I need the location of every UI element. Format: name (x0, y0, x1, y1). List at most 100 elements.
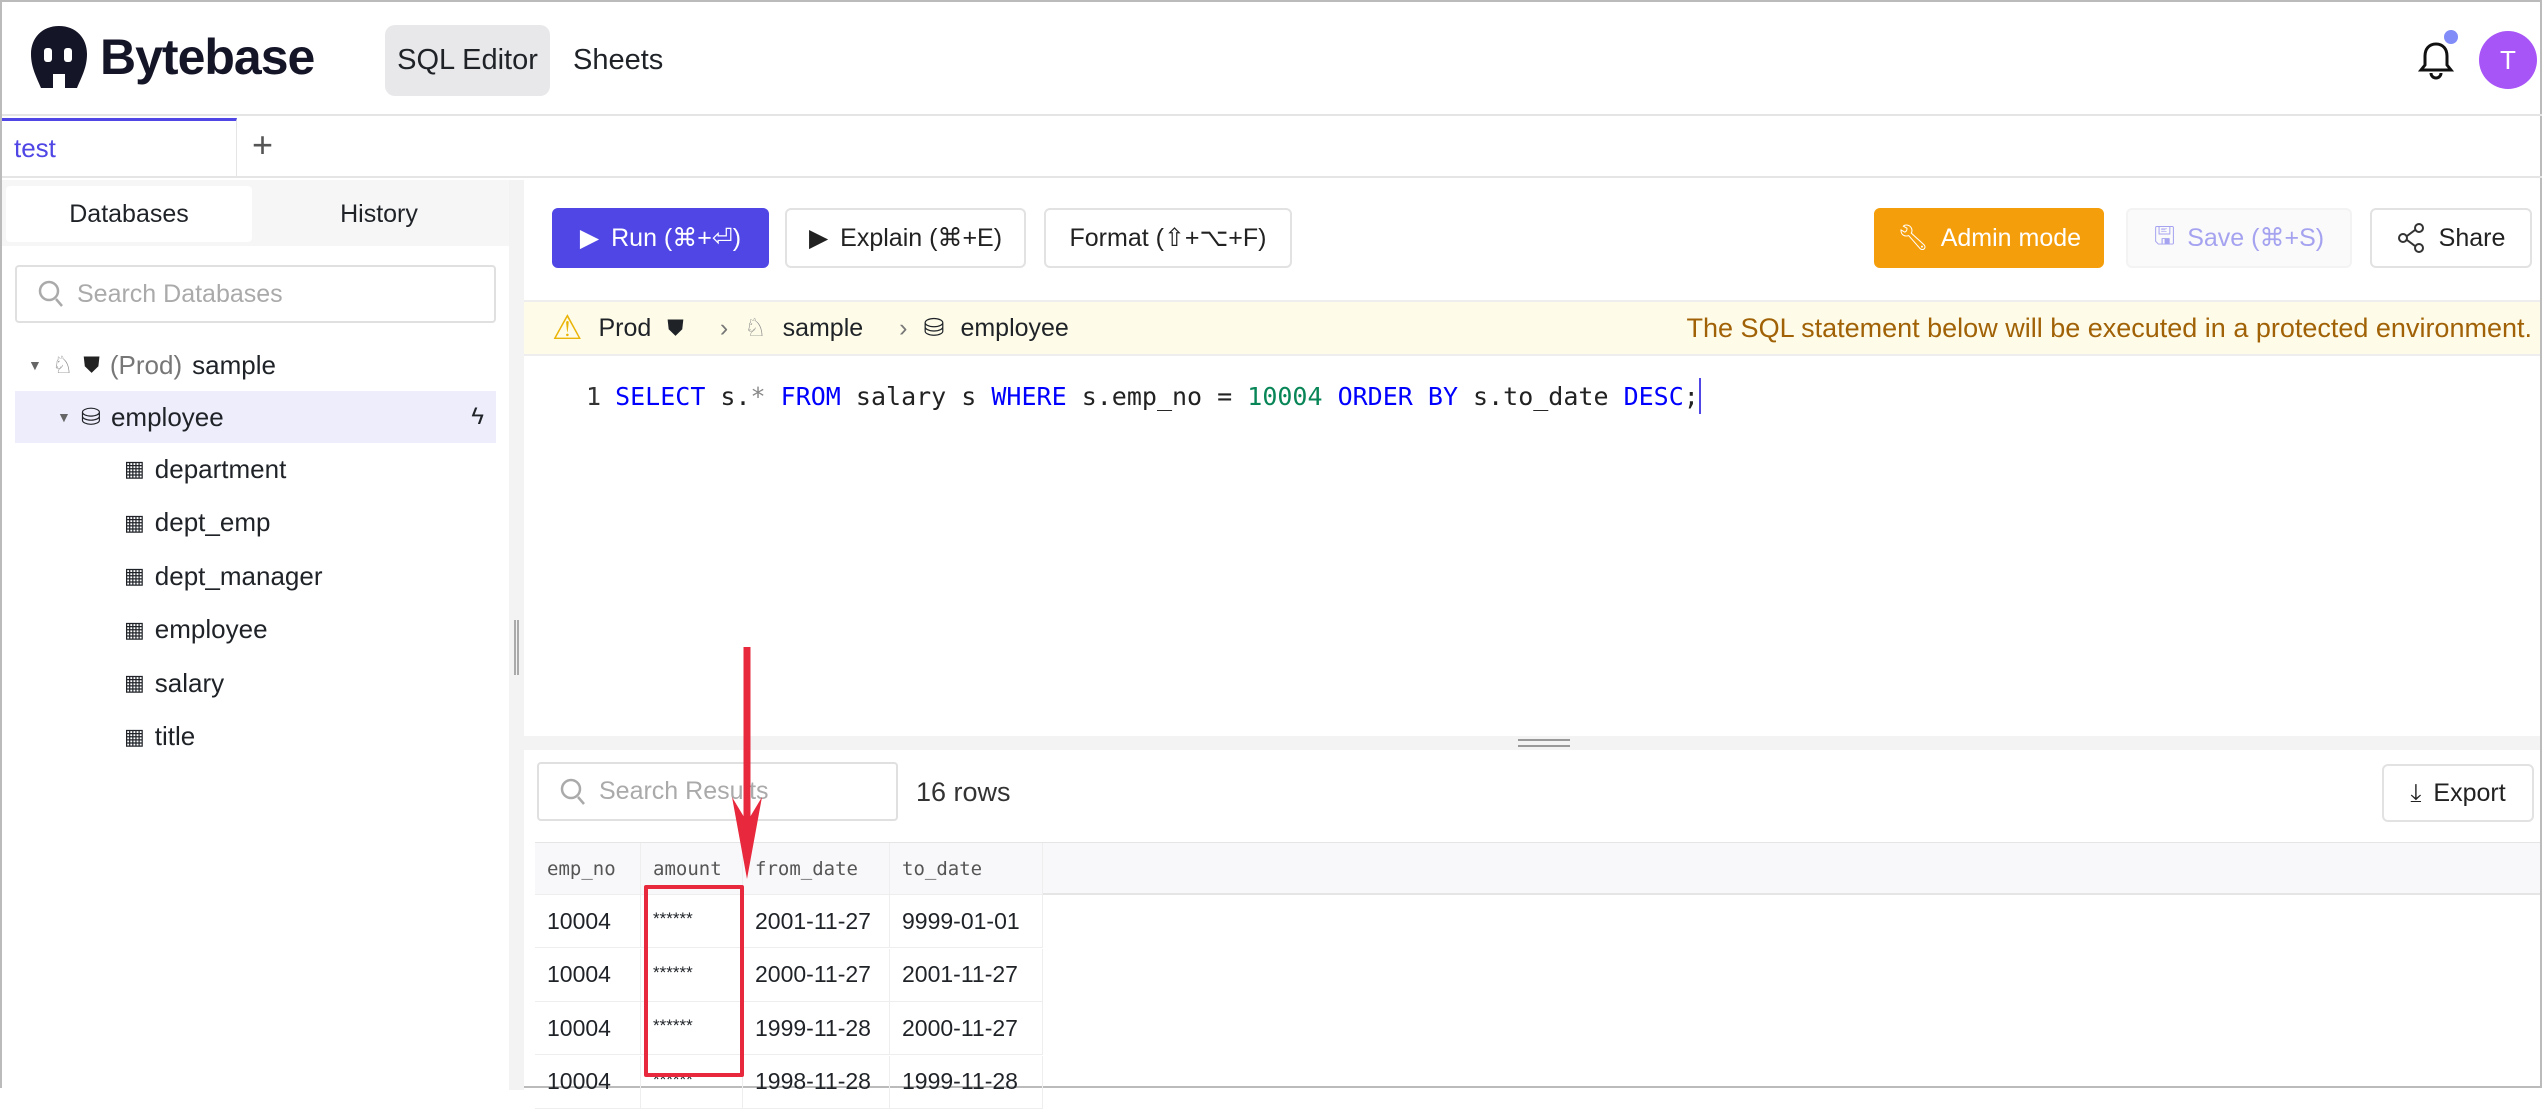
tree-table-dept_manager[interactable]: ▦ dept_manager (124, 550, 322, 602)
code-token: SELECT (615, 381, 706, 411)
table-cell[interactable]: 10004 (535, 895, 641, 948)
table-name: dept_manager (154, 560, 323, 591)
database-name: employee (110, 401, 224, 432)
code-token: ORDER BY (1322, 381, 1458, 411)
database-icon: ⛁ (923, 314, 945, 342)
tree-database-employee[interactable]: ▼ ⛁ employee ϟ (15, 391, 496, 443)
results-divider[interactable] (524, 736, 2540, 750)
play-icon: ▶ (808, 224, 829, 252)
resize-handle[interactable] (1518, 739, 1570, 747)
search-icon (38, 280, 63, 307)
table-name: salary (154, 667, 225, 698)
code-token: s.emp_no = (1066, 381, 1248, 411)
format-button[interactable]: Format (⇧+⌥+F) (1044, 208, 1292, 268)
header: Bytebase SQL Editor Sheets T (2, 2, 2542, 116)
table-icon: ▦ (124, 456, 145, 481)
protected-env-banner: ⚠ Prod ⛊ › ♘ sample › ⛁ employee The SQL… (524, 300, 2540, 356)
tab-bar: test + (2, 118, 2542, 178)
annotation-arrow-icon (732, 647, 762, 879)
bytebase-logo-icon (31, 26, 87, 88)
search-results-input[interactable]: Search Results (537, 762, 898, 821)
run-button[interactable]: ▶ Run (⌘+⏎) (552, 208, 769, 268)
code-token: 10004 (1247, 381, 1323, 411)
tree-table-employee[interactable]: ▦ employee (124, 604, 268, 656)
add-tab-button[interactable]: + (252, 124, 273, 166)
banner-env: Prod (598, 313, 652, 342)
chevron-right-icon: › (899, 313, 908, 342)
export-button[interactable]: ⤓ Export (2382, 764, 2534, 822)
code-token: ; (1683, 381, 1699, 411)
wrench-icon: 🔧︎ (1896, 223, 1929, 252)
share-button[interactable]: Share (2370, 208, 2532, 268)
tree-table-department[interactable]: ▦ department (124, 443, 286, 495)
share-icon (2397, 223, 2424, 253)
table-cell[interactable]: 1999-11-28 (890, 1055, 1043, 1109)
table-name: title (154, 721, 196, 751)
code-token: WHERE (976, 381, 1067, 411)
splitter-handle[interactable] (514, 620, 519, 675)
tree-instance-sample[interactable]: ▼ ♘ ⛊ (Prod) sample (28, 339, 276, 391)
tab-label: test (14, 133, 56, 163)
table-cell[interactable]: 1998-11-28 (743, 1055, 890, 1109)
table-cell[interactable]: 1999-11-28 (743, 1002, 890, 1055)
notification-bell-icon[interactable] (2417, 30, 2458, 85)
download-icon: ⤓ (2410, 778, 2422, 807)
table-name: employee (154, 614, 268, 644)
tab-databases[interactable]: Databases (6, 186, 252, 242)
search-placeholder: Search Databases (77, 279, 283, 308)
tree-table-dept_emp[interactable]: ▦ dept_emp (124, 497, 270, 549)
table-cell[interactable]: 10004 (535, 1002, 641, 1055)
table-name: department (154, 453, 287, 484)
brand-name: Bytebase (100, 29, 315, 85)
logo[interactable]: Bytebase (28, 24, 315, 90)
table-icon: ▦ (124, 509, 145, 535)
sidebar-splitter[interactable] (509, 180, 524, 1090)
table-cell[interactable]: 2001-11-27 (890, 948, 1043, 1002)
nav-sheets[interactable]: Sheets (573, 25, 663, 96)
tree-table-salary[interactable]: ▦ salary (124, 657, 224, 709)
run-label: Run (⌘+⏎) (611, 224, 742, 252)
tab-test[interactable]: test (2, 118, 237, 176)
banner-instance: sample (782, 313, 864, 342)
table-icon: ▦ (124, 670, 145, 695)
sql-editor[interactable]: 1 SELECT s.* FROM salary s WHERE s.emp_n… (524, 356, 2540, 736)
save-icon: 🖫︎ (2153, 221, 2176, 250)
caret-down-icon: ▼ (57, 409, 71, 425)
tree-table-title[interactable]: ▦ title (124, 711, 195, 763)
code-token: * (750, 381, 766, 411)
chevron-right-icon: › (719, 313, 729, 342)
table-cell[interactable]: 2001-11-27 (743, 895, 890, 948)
shield-icon: ⛊ (667, 315, 684, 340)
table-cell[interactable]: 2000-11-27 (890, 1002, 1043, 1055)
code-token: s. (705, 381, 751, 411)
lightning-icon[interactable]: ϟ (471, 403, 484, 431)
save-button[interactable]: 🖫︎ Save (⌘+S) (2126, 208, 2352, 268)
sidebar: Databases History Search Databases ▼ ♘ ⛊… (2, 180, 509, 1090)
notification-dot (2444, 30, 2458, 44)
play-icon: ▶ (579, 224, 600, 252)
column-header-emp_no[interactable]: emp_no (535, 843, 641, 895)
sidebar-tabs: Databases History (2, 180, 509, 246)
table-cell[interactable]: 2000-11-27 (743, 948, 890, 1002)
warning-icon: ⚠ (552, 309, 583, 347)
avatar[interactable]: T (2479, 31, 2537, 89)
banner-database: employee (960, 313, 1069, 342)
search-databases-input[interactable]: Search Databases (15, 265, 496, 323)
admin-label: Admin mode (1940, 223, 2082, 252)
instance-env: (Prod) (109, 349, 183, 380)
code-text: SELECT s.* FROM salary s WHERE s.emp_no … (615, 382, 1699, 411)
table-cell[interactable]: 9999-01-01 (890, 895, 1043, 948)
highlight-box (644, 885, 744, 1077)
nav-sql-editor[interactable]: SQL Editor (385, 25, 550, 96)
table-cell[interactable]: 10004 (535, 948, 641, 1002)
table-cell[interactable]: 10004 (535, 1055, 641, 1109)
format-label: Format (⇧+⌥+F) (1069, 224, 1267, 252)
tab-history[interactable]: History (256, 186, 502, 242)
code-line: 1 SELECT s.* FROM salary s WHERE s.emp_n… (586, 378, 1701, 414)
results-table: emp_no amount from_date to_date 10004 ****** 2… (535, 842, 2540, 1109)
code-token: DESC (1608, 381, 1684, 411)
code-token: s.to_date (1458, 381, 1609, 411)
column-header-to_date[interactable]: to_date (890, 843, 1043, 895)
explain-button[interactable]: ▶ Explain (⌘+E) (785, 208, 1026, 268)
admin-mode-button[interactable]: 🔧︎ Admin mode (1874, 208, 2104, 268)
